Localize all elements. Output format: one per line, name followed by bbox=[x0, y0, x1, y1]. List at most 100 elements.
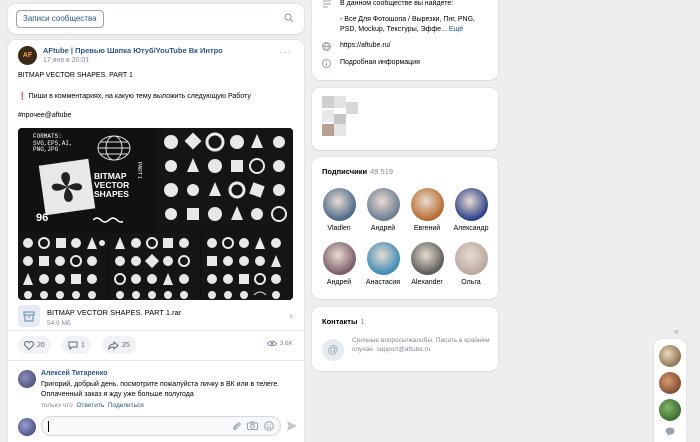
views-counter: 3.6K bbox=[266, 340, 293, 347]
subscriber-name[interactable]: Анастасия bbox=[363, 279, 403, 286]
subscriber-avatar[interactable] bbox=[410, 242, 444, 275]
views-count: 3.6K bbox=[279, 340, 293, 347]
search-icon[interactable] bbox=[284, 13, 294, 23]
subscriber-name[interactable]: Alexander bbox=[407, 279, 447, 286]
preview-part-text: PART 1 bbox=[136, 162, 142, 179]
shapes-tile-2[interactable] bbox=[18, 233, 108, 300]
post-text-line1: BITMAP VECTOR SHAPES. PART 1 bbox=[18, 72, 133, 79]
subscriber-item[interactable]: Андрей bbox=[319, 242, 359, 286]
likes-count: 20 bbox=[37, 341, 45, 349]
attachment-file[interactable]: BITMAP VECTOR SHAPES. PART 1.rar 54.9 МБ… bbox=[18, 305, 293, 333]
swirl-artwork bbox=[38, 158, 96, 216]
reply-link[interactable]: Ответить bbox=[76, 402, 104, 409]
blur-block bbox=[334, 96, 346, 108]
subscriber-item[interactable]: Анастасия bbox=[363, 242, 403, 286]
tab-community-posts[interactable]: Записи сообщества bbox=[16, 10, 104, 28]
subscriber-name[interactable]: Андрей bbox=[363, 225, 403, 232]
subscriber-avatar[interactable] bbox=[366, 242, 400, 275]
divider bbox=[8, 360, 304, 361]
preview-title-text: BITMAP VECTOR SHAPES bbox=[94, 171, 130, 199]
collapse-chats-icon[interactable]: « bbox=[674, 326, 679, 336]
chat-avatar[interactable] bbox=[659, 399, 681, 421]
post-text-line2: ❗ Пиши в комментариях, на какую тему выл… bbox=[18, 93, 251, 100]
subscriber-avatar[interactable] bbox=[454, 188, 488, 221]
subscriber-item[interactable]: Андрей bbox=[363, 188, 403, 232]
chat-avatar[interactable] bbox=[659, 372, 681, 394]
comment-time: только что bbox=[41, 402, 73, 409]
info-icon bbox=[322, 0, 332, 8]
send-icon[interactable] bbox=[286, 420, 298, 432]
share-comment-link[interactable]: Поделиться bbox=[108, 402, 144, 409]
subscriber-name[interactable]: Андрей bbox=[319, 279, 359, 286]
post-image-grid[interactable]: FORMATS: SVG,EPS,AI, PNG,JPG BITMAP VECT… bbox=[18, 128, 293, 300]
chat-sidebar bbox=[654, 339, 686, 442]
paperclip-icon[interactable] bbox=[232, 421, 241, 431]
wall-post: AF AFtube | Превью Шапка Ютуб/YouTube Вк… bbox=[8, 40, 304, 442]
comment-composer bbox=[18, 416, 298, 438]
subscriber-avatar[interactable] bbox=[322, 242, 356, 275]
comment-text: Григорий, добрый день. посмотрите пожалу… bbox=[41, 381, 280, 398]
subscriber-item[interactable]: Евгений bbox=[407, 188, 447, 232]
chat-bubble-icon[interactable] bbox=[665, 427, 675, 436]
blur-block bbox=[334, 124, 346, 136]
subscriber-item[interactable]: Alexander bbox=[407, 242, 447, 286]
comment-input[interactable] bbox=[41, 416, 281, 436]
blur-block bbox=[322, 96, 334, 108]
show-more-link[interactable]: Ещё bbox=[449, 26, 463, 33]
shapes-tile-1[interactable] bbox=[157, 128, 293, 231]
subscriber-name[interactable]: Евгений bbox=[407, 225, 447, 232]
comment-meta: только что Ответить Поделиться bbox=[41, 402, 144, 409]
subscriber-name[interactable]: Александр bbox=[451, 225, 491, 232]
comment-button[interactable]: 1 bbox=[62, 336, 91, 354]
camera-icon[interactable] bbox=[247, 421, 258, 430]
subscriber-avatar[interactable] bbox=[322, 188, 356, 221]
post-date[interactable]: 17 янв в 20:01 bbox=[43, 57, 89, 64]
chat-avatar[interactable] bbox=[659, 345, 681, 367]
subscriber-avatar[interactable] bbox=[410, 188, 444, 221]
contact-text[interactable]: Срочные вопросы/жалобы. Писать в крайнем… bbox=[352, 337, 492, 354]
shapes-tile-3[interactable] bbox=[110, 233, 200, 300]
wall-tabs-bar: Записи сообщества bbox=[8, 4, 304, 34]
details-link[interactable]: Подробная информация bbox=[340, 59, 420, 66]
community-avatar[interactable]: AF bbox=[18, 46, 37, 65]
commenter-avatar[interactable] bbox=[18, 370, 36, 388]
comment-icon bbox=[68, 341, 78, 350]
preview-count-text: 96 bbox=[36, 212, 49, 224]
info-circle-icon bbox=[322, 59, 331, 68]
divider bbox=[8, 330, 304, 331]
post-author[interactable]: AFtube | Превью Шапка Ютуб/YouTube Вк Ин… bbox=[43, 46, 223, 55]
subscriber-name[interactable]: Ольга bbox=[451, 279, 491, 286]
blur-block bbox=[346, 102, 358, 114]
subscribers-title-text: Подписчики bbox=[322, 167, 368, 176]
subscribers-card: Подписчики 49 519 Vladlen Андрей Евгений Але… bbox=[312, 157, 498, 299]
share-icon bbox=[108, 340, 119, 350]
preview-formats-text: FORMATS: SVG,EPS,AI, PNG,JPG bbox=[33, 133, 73, 153]
post-hashtag[interactable]: #прочее@aftube bbox=[18, 112, 71, 119]
comments-count: 1 bbox=[81, 341, 85, 349]
like-button[interactable]: 20 bbox=[18, 336, 51, 354]
shapes-tile-4[interactable] bbox=[202, 233, 293, 300]
share-button[interactable]: 25 bbox=[102, 336, 136, 354]
my-avatar bbox=[18, 418, 36, 436]
text-caret bbox=[48, 421, 49, 432]
subscriber-item[interactable]: Ольга bbox=[451, 242, 491, 286]
archive-icon bbox=[18, 305, 40, 327]
preview-main-tile[interactable]: FORMATS: SVG,EPS,AI, PNG,JPG BITMAP VECT… bbox=[18, 128, 155, 231]
subscribers-count: 49 519 bbox=[370, 167, 394, 176]
subscriber-avatar[interactable] bbox=[366, 188, 400, 221]
info-heading: В данном сообществе вы найдете: bbox=[340, 0, 454, 7]
comment-author[interactable]: Алексей Титаренко bbox=[41, 370, 107, 377]
info-desc-line2: PSD, Mockup, Текстуры, Эффе... Ещё bbox=[340, 26, 463, 33]
subscriber-item[interactable]: Vladlen bbox=[319, 188, 359, 232]
contacts-title[interactable]: Контакты 1 bbox=[322, 317, 365, 326]
subscriber-item[interactable]: Александр bbox=[451, 188, 491, 232]
subscriber-avatar[interactable] bbox=[454, 242, 488, 275]
website-link[interactable]: https://aftube.ru/ bbox=[340, 42, 391, 49]
subscribers-title[interactable]: Подписчики 49 519 bbox=[322, 167, 393, 176]
subscriber-name[interactable]: Vladlen bbox=[319, 225, 359, 232]
more-options-icon[interactable]: ··· bbox=[279, 47, 292, 58]
post-actions: 20 1 25 3.6K bbox=[18, 336, 293, 356]
attachment-size: 54.9 МБ bbox=[47, 320, 72, 327]
emoji-icon[interactable] bbox=[264, 421, 274, 431]
wave-shape bbox=[93, 216, 123, 224]
